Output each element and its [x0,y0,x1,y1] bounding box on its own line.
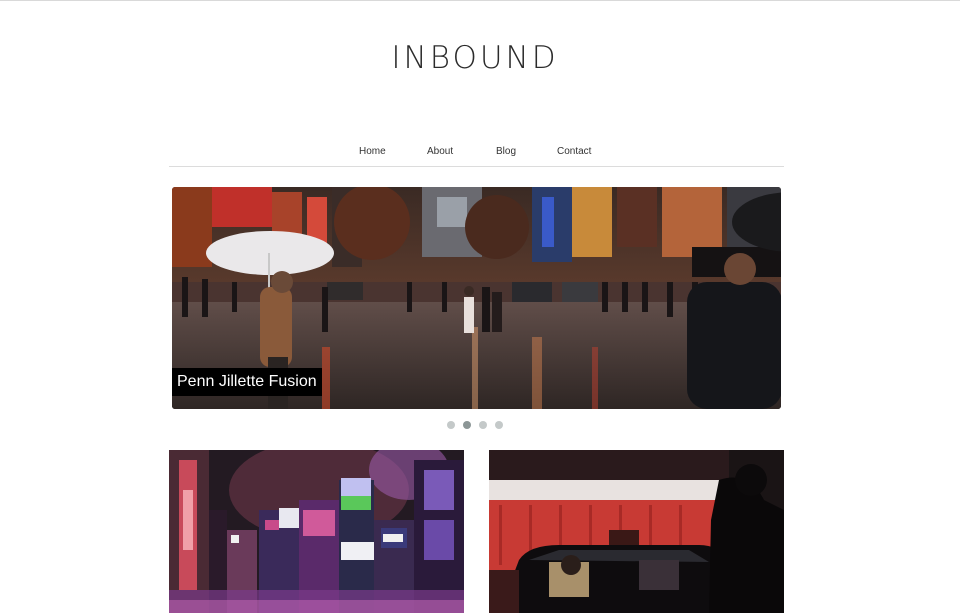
post-card-1[interactable] [169,450,464,613]
nav-contact[interactable]: Contact [557,146,591,157]
slider-dot-2[interactable] [463,421,471,429]
post-image-night-city [169,450,464,613]
featured-slider[interactable]: Penn Jillette Fusion [172,187,781,409]
nav-blog[interactable]: Blog [496,146,516,157]
site-title[interactable]: INBOUND [0,40,950,76]
nav-about[interactable]: About [427,146,453,157]
nav-home[interactable]: Home [359,146,386,157]
post-image-taxi [489,450,784,613]
slider-dots [447,421,503,430]
slide-caption[interactable]: Penn Jillette Fusion [172,368,322,396]
post-card-2[interactable] [489,450,784,613]
slider-dot-4[interactable] [495,421,503,429]
slider-dot-3[interactable] [479,421,487,429]
slider-dot-1[interactable] [447,421,455,429]
top-border [0,0,960,1]
main-nav: Home About Blog Contact [169,140,784,167]
